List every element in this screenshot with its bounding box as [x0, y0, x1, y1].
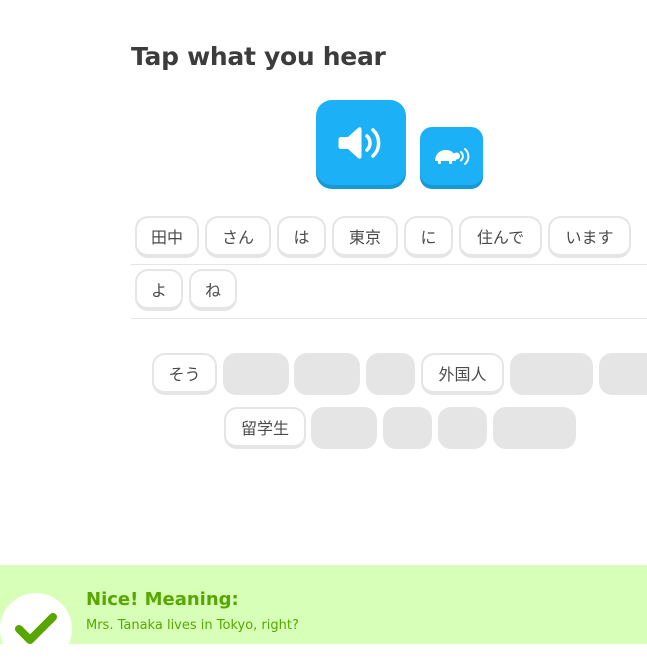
feedback-meaning: Mrs. Tanaka lives in Tokyo, right?: [86, 618, 299, 633]
success-badge: [0, 593, 72, 665]
answer-word-chip[interactable]: よ: [135, 269, 183, 311]
word-bank-chip[interactable]: そう: [152, 353, 217, 395]
speaker-icon: [338, 126, 381, 159]
answer-word-chip[interactable]: います: [548, 216, 631, 258]
used-word-slot: [383, 407, 432, 449]
turtle-speaker-icon: [434, 148, 469, 165]
answer-line-divider: [131, 318, 647, 319]
slow-audio-button[interactable]: [420, 127, 483, 185]
used-word-slot: [438, 407, 487, 449]
answer-word-chip[interactable]: 住んで: [459, 216, 542, 258]
used-word-slot: [311, 407, 377, 449]
used-word-slot: [223, 353, 289, 395]
answer-word-chip[interactable]: は: [277, 216, 326, 258]
used-word-slot: [510, 353, 593, 395]
answer-word-chip[interactable]: 東京: [332, 216, 398, 258]
answer-word-chip[interactable]: さん: [205, 216, 271, 258]
answer-word-chip[interactable]: ね: [189, 269, 237, 311]
prompt-title: Tap what you hear: [131, 42, 386, 71]
feedback-title: Nice! Meaning:: [86, 589, 239, 610]
used-word-slot: [294, 353, 360, 395]
used-word-slot: [493, 407, 576, 449]
checkmark-icon: [15, 613, 57, 644]
feedback-footer: Nice! Meaning: Mrs. Tanaka lives in Toky…: [0, 565, 647, 665]
play-audio-button[interactable]: [316, 100, 406, 185]
used-word-slot: [599, 353, 647, 395]
word-bank-chip[interactable]: 留学生: [224, 407, 306, 449]
answer-word-chip[interactable]: 田中: [135, 216, 199, 258]
used-word-slot: [366, 353, 415, 395]
answer-line-divider: [131, 264, 647, 265]
word-bank-chip[interactable]: 外国人: [421, 353, 504, 395]
answer-word-chip[interactable]: に: [404, 216, 453, 258]
